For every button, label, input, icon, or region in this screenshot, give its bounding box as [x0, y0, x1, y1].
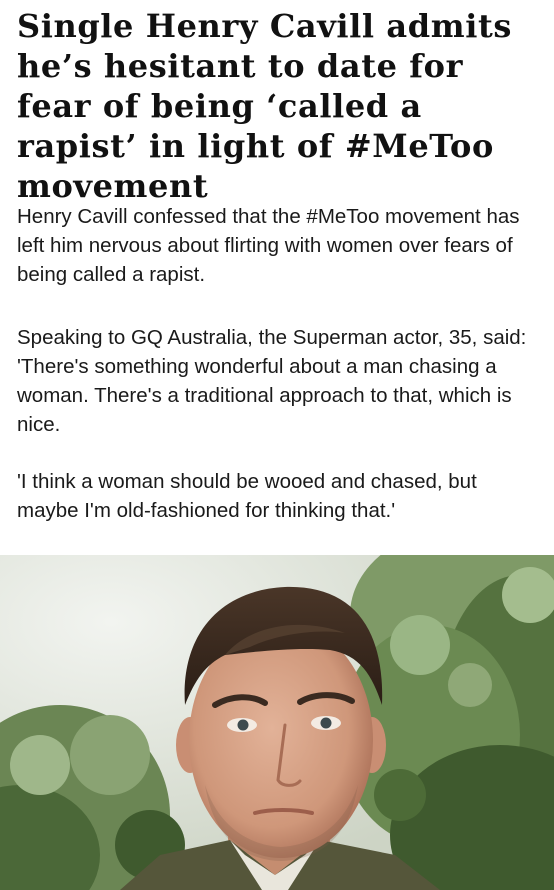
article-paragraph: Henry Cavill confessed that the #MeToo m…	[17, 205, 520, 286]
portrait-photo	[0, 555, 554, 890]
article: Single Henry Cavill admits he’s hesitant…	[0, 0, 554, 555]
article-photo	[0, 555, 554, 890]
article-headline: Single Henry Cavill admits he’s hesitant…	[17, 7, 512, 205]
article-paragraph: Speaking to GQ Australia, the Superman a…	[17, 326, 527, 436]
article-paragraph: 'I think a woman should be wooed and cha…	[17, 470, 477, 522]
